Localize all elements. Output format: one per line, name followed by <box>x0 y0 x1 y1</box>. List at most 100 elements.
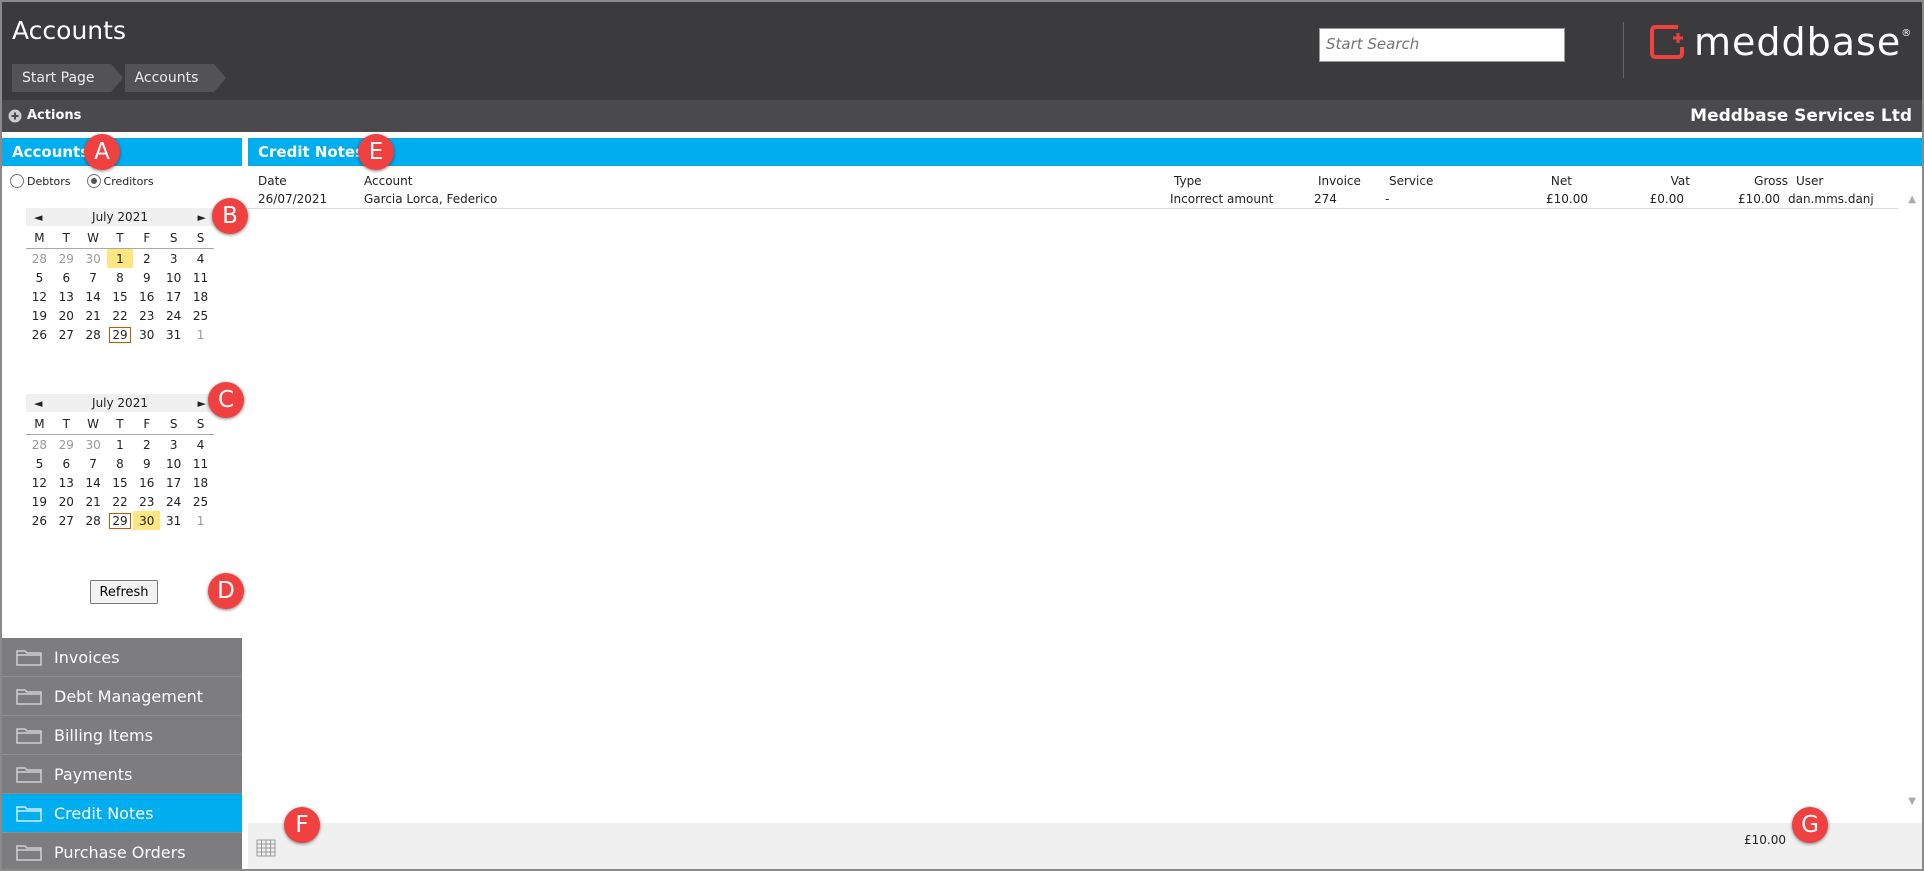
calendar-day[interactable]: 8 <box>107 454 134 473</box>
calendar-day[interactable]: 7 <box>80 268 107 287</box>
table-row[interactable]: 26/07/2021 Garcia Lorca, Federico Incorr… <box>248 192 1898 209</box>
nav-item-payments[interactable]: Payments <box>2 755 242 794</box>
column-header-invoice[interactable]: Invoice <box>1318 174 1361 188</box>
calendar-day[interactable]: 22 <box>107 306 134 325</box>
calendar-day[interactable]: 9 <box>133 268 160 287</box>
calendar-day[interactable]: 15 <box>107 287 134 306</box>
calendar-day[interactable]: 23 <box>133 306 160 325</box>
nav-item-purchase-orders[interactable]: Purchase Orders <box>2 833 242 869</box>
calendar-day[interactable]: 3 <box>160 249 187 269</box>
calendar-day[interactable]: 21 <box>80 306 107 325</box>
calendar-day[interactable]: 15 <box>107 473 134 492</box>
calendar-day[interactable]: 25 <box>187 492 214 511</box>
calendar-day[interactable]: 21 <box>80 492 107 511</box>
calendar-day[interactable]: 12 <box>26 473 53 492</box>
nav-item-debt-management[interactable]: Debt Management <box>2 677 242 716</box>
calendar-day[interactable]: 1 <box>106 248 134 268</box>
calendar-day[interactable]: 6 <box>53 268 80 287</box>
calendar-day[interactable]: 2 <box>133 249 160 269</box>
calendar-day[interactable]: 5 <box>26 268 53 287</box>
calendar-day[interactable]: 7 <box>80 454 107 473</box>
calendar-day[interactable]: 8 <box>107 268 134 287</box>
refresh-button[interactable]: Refresh <box>90 580 158 604</box>
calendar-day[interactable]: 28 <box>26 249 53 269</box>
calendar-day[interactable]: 20 <box>53 306 80 325</box>
grid-view-icon[interactable] <box>256 839 276 857</box>
calendar-day[interactable]: 31 <box>160 511 187 530</box>
calendar-day[interactable]: 23 <box>133 492 160 511</box>
calendar-day[interactable]: 26 <box>26 325 53 344</box>
calendar-day[interactable]: 29 <box>53 249 80 269</box>
calendar-day[interactable]: 19 <box>26 492 53 511</box>
next-month-arrow-icon[interactable]: ► <box>198 397 206 410</box>
calendar-day[interactable]: 4 <box>187 249 214 269</box>
calendar-day[interactable]: 14 <box>80 287 107 306</box>
calendar-day[interactable]: 16 <box>133 473 160 492</box>
calendar-day[interactable]: 28 <box>26 435 53 455</box>
calendar-day[interactable]: 14 <box>80 473 107 492</box>
calendar-day[interactable]: 24 <box>160 306 187 325</box>
calendar-day[interactable]: 9 <box>133 454 160 473</box>
calendar-day[interactable]: 19 <box>26 306 53 325</box>
column-header-net[interactable]: Net <box>1551 174 1572 188</box>
calendar-day[interactable]: 18 <box>187 287 214 306</box>
calendar-day[interactable]: 1 <box>187 511 214 530</box>
calendar-day[interactable]: 4 <box>187 435 214 455</box>
calendar-day[interactable]: 12 <box>26 287 53 306</box>
nav-item-billing-items[interactable]: Billing Items <box>2 716 242 755</box>
column-header-type[interactable]: Type <box>1174 174 1202 188</box>
calendar-day[interactable]: 24 <box>160 492 187 511</box>
calendar-day[interactable]: 10 <box>160 454 187 473</box>
scroll-down-arrow-icon[interactable]: ▼ <box>1908 796 1916 807</box>
breadcrumb-start-page[interactable]: Start Page <box>12 64 123 92</box>
calendar-day[interactable]: 26 <box>26 511 53 530</box>
column-header-gross[interactable]: Gross <box>1754 174 1788 188</box>
debtors-radio[interactable] <box>10 174 24 188</box>
calendar-day[interactable]: 20 <box>53 492 80 511</box>
column-header-user[interactable]: User <box>1796 174 1823 188</box>
calendar-day[interactable]: 22 <box>107 492 134 511</box>
calendar-day[interactable]: 13 <box>53 287 80 306</box>
actions-plus-icon[interactable] <box>8 109 22 123</box>
nav-item-invoices[interactable]: Invoices <box>2 638 242 677</box>
calendar-day[interactable]: 27 <box>53 325 80 344</box>
calendar-day[interactable]: 28 <box>80 325 107 344</box>
calendar-day[interactable]: 30 <box>80 249 107 269</box>
calendar-day[interactable]: 11 <box>187 454 214 473</box>
calendar-day[interactable]: 16 <box>133 287 160 306</box>
calendar-day[interactable]: 28 <box>80 511 107 530</box>
calendar-day[interactable]: 30 <box>133 511 161 530</box>
calendar-day[interactable]: 1 <box>107 435 134 455</box>
scroll-up-arrow-icon[interactable]: ▲ <box>1908 194 1916 205</box>
prev-month-arrow-icon[interactable]: ◄ <box>34 397 42 410</box>
column-header-vat[interactable]: Vat <box>1671 174 1690 188</box>
calendar-day[interactable]: 2 <box>133 435 160 455</box>
creditors-radio[interactable] <box>86 174 101 188</box>
column-header-date[interactable]: Date <box>258 174 287 188</box>
calendar-day[interactable]: 18 <box>187 473 214 492</box>
calendar-day[interactable]: 17 <box>160 287 187 306</box>
calendar-day[interactable]: 29 <box>107 325 134 344</box>
calendar-day[interactable]: 30 <box>133 325 160 344</box>
calendar-day[interactable]: 10 <box>160 268 187 287</box>
actions-menu[interactable]: Actions <box>27 108 81 123</box>
column-header-service[interactable]: Service <box>1389 174 1433 188</box>
calendar-day[interactable]: 25 <box>187 306 214 325</box>
column-header-account[interactable]: Account <box>364 174 412 188</box>
calendar-day[interactable]: 5 <box>26 454 53 473</box>
calendar-day[interactable]: 11 <box>187 268 214 287</box>
next-month-arrow-icon[interactable]: ► <box>198 211 206 224</box>
nav-item-credit-notes[interactable]: Credit Notes <box>2 794 242 833</box>
calendar-day[interactable]: 29 <box>53 435 80 455</box>
calendar-day[interactable]: 3 <box>160 435 187 455</box>
search-input[interactable] <box>1320 29 1564 59</box>
calendar-day[interactable]: 1 <box>187 325 214 344</box>
calendar-day[interactable]: 29 <box>107 511 134 530</box>
calendar-day[interactable]: 17 <box>160 473 187 492</box>
calendar-day[interactable]: 13 <box>53 473 80 492</box>
calendar-day[interactable]: 31 <box>160 325 187 344</box>
calendar-day[interactable]: 27 <box>53 511 80 530</box>
calendar-day[interactable]: 30 <box>80 435 107 455</box>
prev-month-arrow-icon[interactable]: ◄ <box>34 211 42 224</box>
calendar-day[interactable]: 6 <box>53 454 80 473</box>
